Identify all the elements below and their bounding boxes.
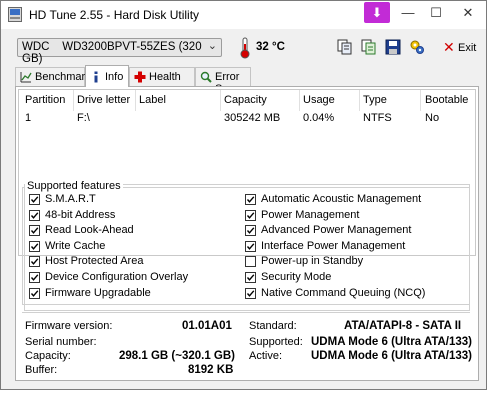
cell-partition: 1 (25, 112, 32, 124)
tab-health-label: Health (149, 71, 181, 83)
background-edge-right (487, 0, 495, 400)
active-mode-label: Active: (249, 350, 283, 362)
checkbox-checked-icon (245, 287, 256, 299)
feature-label: Interface Power Management (261, 239, 406, 252)
column-header-label[interactable]: Label (139, 94, 166, 106)
app-icon (8, 7, 22, 22)
download-button[interactable]: ⬇ (364, 2, 390, 23)
buffer-value: 8192 KB (188, 364, 234, 376)
drive-select-value: WDC WD3200BPVT-55ZES (320 GB) (22, 41, 202, 65)
checkbox-checked-icon (29, 225, 40, 237)
tab-benchmark-label: Benchmark (35, 71, 91, 83)
options-icon[interactable] (409, 39, 425, 55)
checkbox-unchecked-icon (245, 256, 256, 268)
feature-label: 48-bit Address (45, 208, 116, 221)
cell-capacity: 305242 MB (224, 112, 281, 124)
standard-value: ATA/ATAPI-8 - SATA II (344, 320, 462, 332)
magnifier-icon (200, 71, 212, 83)
exit-button[interactable]: ✕ Exit (439, 39, 479, 57)
column-header-usage[interactable]: Usage (303, 94, 335, 106)
maximize-button[interactable]: ☐ (421, 1, 451, 25)
feature-label: Advanced Power Management (261, 224, 412, 237)
window-title: HD Tune 2.55 - Hard Disk Utility (29, 8, 200, 22)
benchmark-icon (20, 72, 32, 83)
background-edge-bottom (0, 390, 495, 400)
drive-select[interactable]: WDC WD3200BPVT-55ZES (320 GB) ⌄ (17, 38, 222, 65)
active-mode-value: UDMA Mode 6 (Ultra ATA/133) (311, 350, 473, 362)
supported-mode-value: UDMA Mode 6 (Ultra ATA/133) (311, 336, 473, 348)
checkbox-checked-icon (29, 240, 40, 252)
thermometer-icon (240, 37, 250, 59)
exit-label: Exit (458, 42, 477, 54)
feature-label: Native Command Queuing (NCQ) (261, 286, 426, 299)
feature-label: Device Configuration Overlay (45, 271, 189, 283)
health-icon (134, 71, 146, 83)
feature-label: Power Management (261, 208, 360, 221)
tab-error-scan[interactable]: Error Scan (195, 67, 251, 95)
cell-type: NTFS (363, 112, 392, 124)
chevron-down-icon: ⌄ (207, 40, 217, 52)
checkbox-checked-icon (29, 194, 40, 205)
cell-bootable: No (425, 112, 440, 124)
copy-all-icon[interactable] (361, 39, 377, 55)
exit-icon: ✕ (443, 39, 455, 55)
column-header-capacity[interactable]: Capacity (224, 94, 267, 106)
feature-label: Read Look-Ahead (45, 224, 134, 237)
title-bar: HD Tune 2.55 - Hard Disk Utility ⬇ — ☐ ✕ (1, 1, 486, 29)
firmware-label: Firmware version: (25, 320, 113, 332)
feature-label: Automatic Acoustic Management (261, 193, 422, 205)
close-button[interactable]: ✕ (453, 1, 483, 25)
column-header-partition[interactable]: Partition (25, 94, 65, 106)
save-icon[interactable] (385, 39, 401, 55)
supported-mode-label: Supported: (249, 336, 303, 348)
serial-label: Serial number: (25, 336, 97, 348)
feature-label: S.M.A.R.T (45, 193, 96, 205)
cell-usage: 0.04% (303, 112, 335, 124)
feature-label: Host Protected Area (45, 255, 144, 268)
tab-info[interactable]: Info (85, 65, 129, 87)
firmware-value: 01.01A01 (182, 320, 232, 332)
checkbox-checked-icon (29, 209, 40, 221)
checkbox-checked-icon (245, 225, 256, 237)
checkbox-checked-icon (245, 209, 256, 221)
checkbox-checked-icon (29, 272, 40, 283)
column-header-bootable[interactable]: Bootable (425, 94, 468, 106)
feature-label: Write Cache (45, 239, 106, 252)
cell-drive-letter: F:\ (77, 112, 90, 124)
tab-info-label: Info (105, 71, 124, 83)
feature-label: Firmware Upgradable (45, 286, 151, 299)
copy-info-icon[interactable] (337, 39, 353, 55)
buffer-label: Buffer: (25, 364, 58, 376)
checkbox-checked-icon (245, 272, 256, 283)
feature-label: Security Mode (261, 271, 332, 283)
checkbox-checked-icon (29, 287, 40, 299)
checkbox-checked-icon (245, 240, 256, 252)
info-icon (94, 71, 98, 83)
drive-info: Firmware version: 01.01A01 Serial number… (22, 312, 473, 379)
checkbox-checked-icon (245, 194, 256, 205)
supported-features: Supported features S.M.A.R.T 48-bit Addre… (22, 180, 470, 305)
capacity-label: Capacity: (25, 350, 71, 362)
standard-label: Standard: (249, 320, 297, 332)
feature-label: Power-up in Standby (261, 255, 364, 268)
column-header-drive-letter[interactable]: Drive letter (77, 94, 130, 106)
capacity-value: 298.1 GB (~320.1 GB) (119, 350, 236, 362)
supported-features-title: Supported features (25, 180, 123, 192)
column-header-type[interactable]: Type (363, 94, 387, 106)
checkbox-checked-icon (29, 256, 40, 268)
tab-health[interactable]: Health (129, 67, 195, 86)
minimize-button[interactable]: — (393, 1, 423, 25)
tab-benchmark[interactable]: Benchmark (15, 67, 91, 86)
temperature-readout: 32 °C (256, 41, 285, 53)
